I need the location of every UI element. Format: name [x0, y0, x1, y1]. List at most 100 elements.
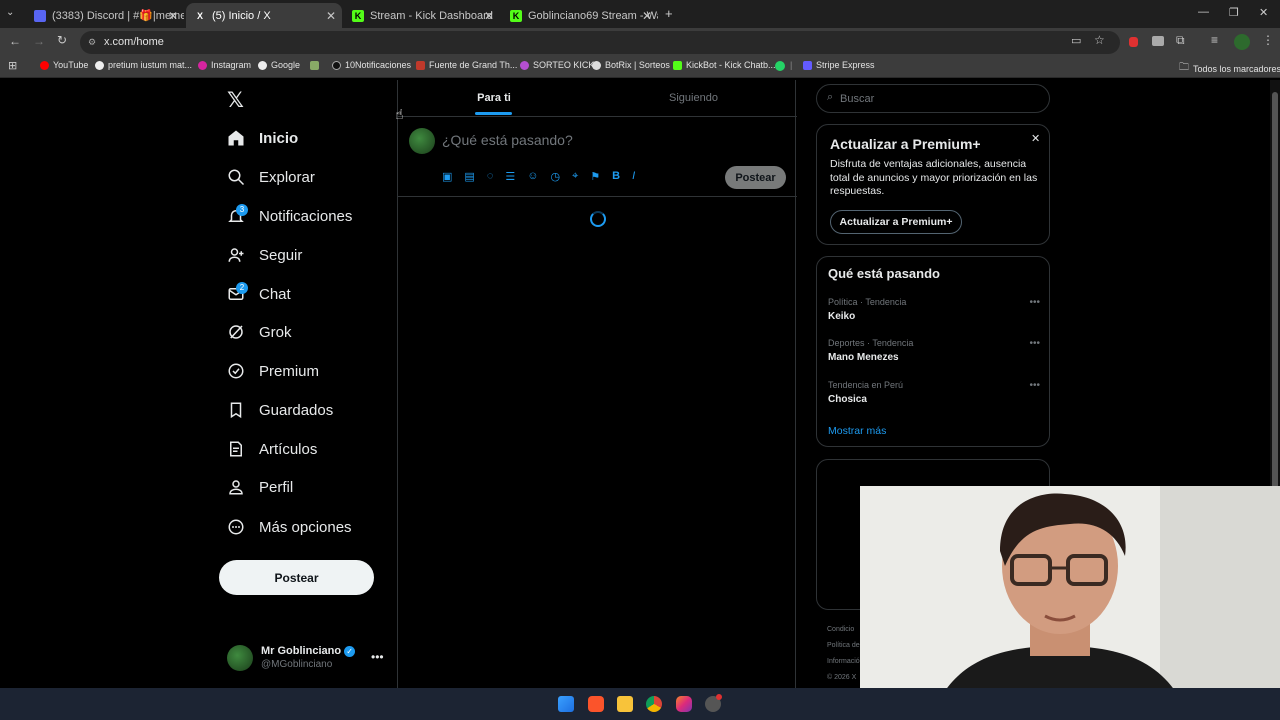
bookmark-sorteo-kick[interactable]: SORTEO KICK — [520, 60, 594, 70]
trends-card: Qué está pasando Política · Tendencia Ke… — [816, 256, 1050, 447]
nav-item-perfil[interactable]: Perfil — [227, 472, 293, 502]
url-text: x.com/home — [104, 36, 164, 48]
file-explorer-icon[interactable] — [617, 696, 633, 712]
bookmark-10notificaciones[interactable]: 10Notificaciones — [332, 60, 411, 70]
account-more-icon[interactable]: ••• — [371, 650, 384, 664]
nav-item-seguir[interactable]: Seguir — [227, 240, 302, 270]
reload-icon[interactable]: ↻ — [57, 33, 67, 47]
gif-icon[interactable]: ▤ — [464, 170, 474, 183]
bookmark-label: Google — [271, 60, 301, 70]
nav-item-chat[interactable]: 2 Chat — [227, 279, 291, 309]
tab-search-icon[interactable]: ⌄ — [6, 7, 14, 18]
trend-more-icon[interactable]: ••• — [1029, 338, 1040, 349]
tab-label: Siguiendo — [669, 92, 718, 104]
emoji-icon[interactable]: ☺ — [527, 170, 538, 183]
grok-icon[interactable]: ◌ — [487, 170, 494, 183]
bookmark-botrix[interactable]: BotRix | Sorteos — [592, 60, 670, 70]
flag-icon[interactable]: ⚑ — [590, 170, 600, 183]
close-tab-icon[interactable]: ✕ — [326, 9, 336, 23]
close-icon[interactable]: ✕ — [1031, 132, 1040, 145]
apps-grid-icon[interactable]: ⊞ — [8, 59, 17, 72]
close-tab-icon[interactable]: ✕ — [642, 9, 652, 23]
instagram-app-icon[interactable] — [676, 696, 692, 712]
brave-icon[interactable] — [588, 696, 604, 712]
account-avatar[interactable] — [227, 645, 253, 671]
bookmark-kickbot[interactable]: KickBot - Kick Chatb... — [673, 60, 776, 70]
tab-siguiendo[interactable]: Siguiendo — [590, 80, 797, 116]
nav-item-mas-opciones[interactable]: Más opciones — [227, 512, 352, 542]
bookmark-google[interactable]: Google — [258, 60, 300, 70]
search-input[interactable]: Buscar — [840, 93, 874, 105]
close-tab-icon[interactable]: ✕ — [168, 9, 178, 23]
composer-post-button[interactable]: Postear — [725, 166, 786, 189]
close-tab-icon[interactable]: ✕ — [484, 9, 494, 23]
windows-start-icon[interactable] — [558, 696, 574, 712]
bookmark-fuente[interactable]: Fuente de Grand Th... — [416, 60, 517, 70]
puzzle-icon[interactable]: ⧉ — [1176, 33, 1185, 48]
cast-icon[interactable]: ▭ — [1071, 34, 1081, 47]
extension-red-icon[interactable] — [1129, 37, 1138, 47]
all-bookmarks-folder[interactable]: 🗀 Todos los marcadores — [1179, 60, 1280, 77]
composer-input[interactable]: ¿Qué está pasando? — [442, 132, 573, 148]
nav-item-explorar[interactable]: Explorar — [227, 162, 315, 192]
bookmark-label: BotRix | Sorteos — [605, 60, 670, 70]
footer-link[interactable]: Informació — [827, 654, 860, 670]
address-bar[interactable]: ⚙ x.com/home — [80, 31, 1120, 54]
browser-tab-x[interactable]: X (5) Inicio / X ✕ — [186, 3, 342, 28]
bookmarks-bar: ⊞ YouTube pretium iustum mat... Instagra… — [0, 56, 1280, 78]
nav-item-articulos[interactable]: Artículos — [227, 434, 317, 464]
menu-kebab-icon[interactable]: ⋮ — [1262, 33, 1274, 47]
location-icon[interactable]: ⌖ — [572, 170, 578, 183]
bookmark-instagram[interactable]: Instagram — [198, 60, 251, 70]
profile-avatar-icon[interactable] — [1234, 34, 1250, 50]
trend-item[interactable]: Política · Tendencia Keiko ••• — [828, 297, 1040, 327]
x-logo-icon[interactable]: 𝕏 — [227, 88, 247, 112]
whatsapp-icon[interactable] — [775, 61, 785, 71]
nav-label: Más opciones — [259, 518, 352, 536]
poll-icon[interactable]: ☰ — [505, 170, 515, 183]
divider — [398, 196, 797, 197]
chrome-icon[interactable] — [646, 696, 662, 712]
tab-para-ti[interactable]: Para ti — [398, 80, 590, 116]
trend-more-icon[interactable]: ••• — [1029, 380, 1040, 391]
schedule-icon[interactable]: ◷ — [550, 170, 560, 183]
forward-icon[interactable]: → — [33, 34, 45, 48]
star-icon[interactable]: ☆ — [1094, 33, 1105, 47]
site-info-icon[interactable]: ⚙ — [88, 31, 96, 54]
bookmark-pretium[interactable]: pretium iustum mat... — [95, 60, 192, 70]
browser-tab-kick-dashboard[interactable]: K Stream - Kick Dashboard ✕ — [344, 3, 500, 28]
nav-item-premium[interactable]: Premium — [227, 356, 319, 386]
bookmark-youtube[interactable]: YouTube — [40, 60, 88, 70]
search-box[interactable]: ⌕ Buscar — [816, 84, 1050, 113]
trend-more-icon[interactable]: ••• — [1029, 297, 1040, 308]
browser-tab-kick-stream[interactable]: K Goblinciano69 Stream - Watch ✕ — [502, 3, 658, 28]
bold-icon[interactable]: B — [612, 170, 620, 183]
timeline-column: Para ti Siguiendo ¿Qué está pasando? ▣ ▤… — [397, 80, 797, 688]
browser-tab-discord[interactable]: (3383) Discord | #🎁|memes | ✕ — [26, 3, 184, 28]
media-icon[interactable]: ≡ — [1211, 33, 1218, 47]
trend-item[interactable]: Deportes · Tendencia Mano Menezes ••• — [828, 338, 1040, 368]
bookmark-stripe[interactable]: Stripe Express — [803, 60, 875, 70]
restore-icon[interactable]: ❐ — [1229, 6, 1239, 19]
extension-icon[interactable] — [1152, 36, 1164, 46]
nav-item-notificaciones[interactable]: 3 Notificaciones — [227, 201, 352, 231]
trend-item[interactable]: Tendencia en Perú Chosica ••• — [828, 380, 1040, 410]
footer-link[interactable]: Condicio — [827, 622, 860, 638]
back-icon[interactable]: ← — [9, 34, 21, 48]
image-icon[interactable]: ▣ — [442, 170, 452, 183]
close-window-icon[interactable]: ✕ — [1259, 6, 1268, 19]
nav-item-grok[interactable]: Grok — [227, 317, 292, 347]
webcam-overlay — [860, 486, 1280, 720]
minimize-icon[interactable]: — — [1198, 6, 1209, 18]
premium-upgrade-button[interactable]: Actualizar a Premium+ — [830, 210, 962, 234]
new-tab-icon[interactable]: + — [665, 6, 673, 21]
nav-item-guardados[interactable]: Guardados — [227, 395, 333, 425]
tab-label: Para ti — [477, 92, 511, 104]
footer-link[interactable]: Política de — [827, 638, 860, 654]
bookmark-label: pretium iustum mat... — [108, 60, 193, 70]
show-more-link[interactable]: Mostrar más — [828, 425, 886, 437]
nav-item-inicio[interactable]: Inicio — [227, 123, 298, 153]
italic-icon[interactable]: I — [632, 170, 635, 183]
bookmark-misc-icon[interactable] — [310, 61, 319, 70]
post-button[interactable]: Postear — [219, 560, 374, 595]
